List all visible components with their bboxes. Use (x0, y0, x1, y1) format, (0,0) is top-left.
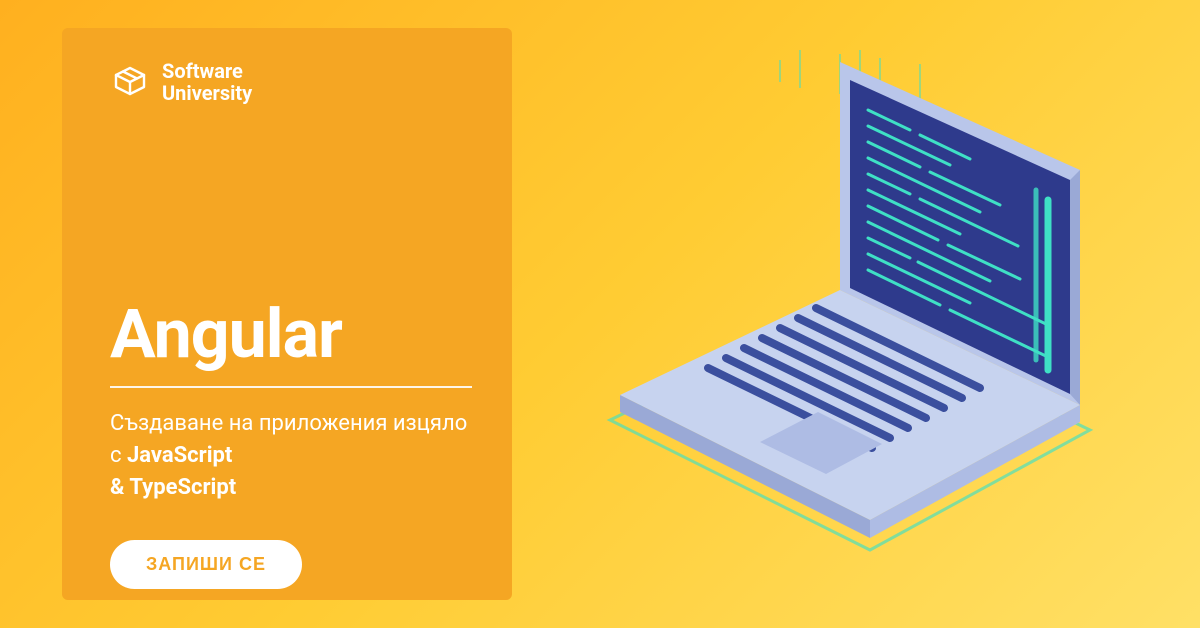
logo-line-1: Software (162, 60, 252, 82)
subtitle-amp: & (110, 475, 129, 500)
title-divider (110, 386, 472, 388)
laptop-illustration (550, 50, 1130, 570)
logo-text: Software University (162, 60, 252, 104)
logo-line-2: University (162, 82, 252, 104)
subtitle-bold-2: TypeScript (129, 475, 236, 500)
subtitle-bold-1: JavaScript (127, 443, 232, 468)
logo: Software University (110, 60, 472, 104)
open-box-icon (110, 62, 150, 102)
promo-panel: Software University Angular Създаване на… (62, 28, 512, 600)
course-subtitle: Създаване на приложения изцяло с JavaScr… (110, 408, 470, 504)
signup-button[interactable]: ЗАПИШИ СЕ (110, 540, 302, 589)
course-title: Angular (110, 294, 472, 374)
